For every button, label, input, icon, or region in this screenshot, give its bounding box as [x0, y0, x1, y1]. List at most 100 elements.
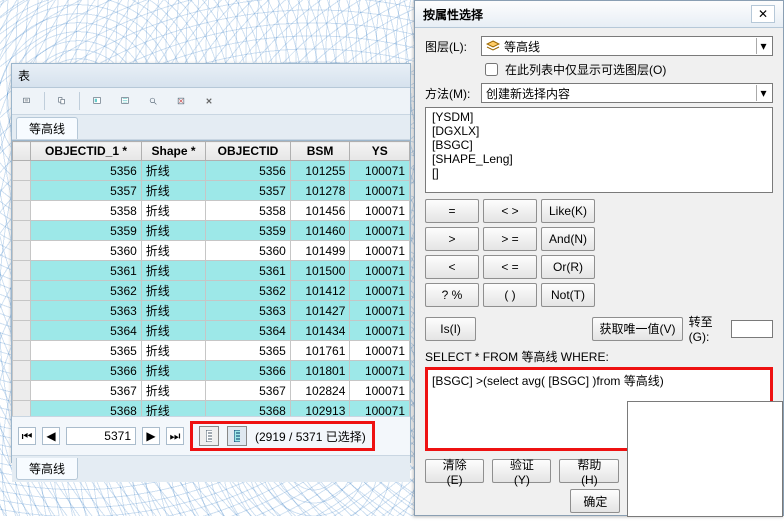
cell[interactable]: 5367	[31, 381, 142, 401]
op-and-button[interactable]: And(N)	[541, 227, 595, 251]
cell[interactable]: 5358	[206, 201, 291, 221]
record-position-input[interactable]	[66, 427, 136, 445]
table-row[interactable]: 5367折线5367102824100071	[13, 381, 410, 401]
cell[interactable]: 101427	[290, 301, 350, 321]
cell[interactable]: 5361	[31, 261, 142, 281]
cell[interactable]: 5365	[206, 341, 291, 361]
cell[interactable]: 折线	[141, 241, 205, 261]
row-selector[interactable]	[13, 241, 31, 261]
cell[interactable]: 101500	[290, 261, 350, 281]
cell[interactable]: 5362	[31, 281, 142, 301]
table-row[interactable]: 5363折线5363101427100071	[13, 301, 410, 321]
cell[interactable]: 101456	[290, 201, 350, 221]
cell[interactable]: 5363	[206, 301, 291, 321]
layer-tab[interactable]: 等高线	[16, 117, 78, 139]
cell[interactable]: 100071	[350, 261, 410, 281]
cell[interactable]: 5368	[31, 401, 142, 417]
field-item[interactable]: []	[430, 166, 768, 180]
grid-scroll[interactable]: OBJECTID_1 *Shape *OBJECTIDBSMYS 5356折线5…	[12, 140, 410, 416]
op-or-button[interactable]: Or(R)	[541, 255, 595, 279]
close-icon[interactable]: ✕	[751, 5, 775, 23]
table-row[interactable]: 5362折线5362101412100071	[13, 281, 410, 301]
cell[interactable]: 100071	[350, 381, 410, 401]
cell[interactable]: 5360	[31, 241, 142, 261]
cell[interactable]: 101460	[290, 221, 350, 241]
field-item[interactable]: [BSGC]	[430, 138, 768, 152]
cell[interactable]: 100071	[350, 361, 410, 381]
op-le-button[interactable]: < =	[483, 255, 537, 279]
cell[interactable]: 折线	[141, 381, 205, 401]
cell[interactable]: 101278	[290, 181, 350, 201]
column-header[interactable]: OBJECTID	[206, 142, 291, 161]
help-button[interactable]: 帮助(H)	[559, 459, 619, 483]
cell[interactable]: 5364	[31, 321, 142, 341]
cell[interactable]: 折线	[141, 361, 205, 381]
column-header[interactable]: BSM	[290, 142, 350, 161]
cell[interactable]: 100071	[350, 201, 410, 221]
column-header[interactable]: Shape *	[141, 142, 205, 161]
row-selector[interactable]	[13, 321, 31, 341]
cell[interactable]: 101801	[290, 361, 350, 381]
show-selected-records-button[interactable]	[227, 426, 247, 446]
cell[interactable]: 102824	[290, 381, 350, 401]
ok-button[interactable]: 确定	[570, 489, 620, 513]
cell[interactable]: 100071	[350, 241, 410, 261]
column-header[interactable]: YS	[350, 142, 410, 161]
zoom-to-selection-button[interactable]	[142, 91, 164, 111]
cell[interactable]: 5356	[206, 161, 291, 181]
table-row[interactable]: 5356折线5356101255100071	[13, 161, 410, 181]
cell[interactable]: 折线	[141, 201, 205, 221]
options-button[interactable]	[16, 91, 38, 111]
row-selector[interactable]	[13, 281, 31, 301]
cell[interactable]: 5364	[206, 321, 291, 341]
cell[interactable]: 101434	[290, 321, 350, 341]
cell[interactable]: 100071	[350, 161, 410, 181]
row-selector[interactable]	[13, 361, 31, 381]
nav-next-button[interactable]: ▶	[142, 427, 160, 445]
cell[interactable]: 5366	[206, 361, 291, 381]
nav-prev-button[interactable]: ◀	[42, 427, 60, 445]
op-ge-button[interactable]: > =	[483, 227, 537, 251]
get-unique-values-button[interactable]: 获取唯一值(V)	[592, 317, 682, 341]
cell[interactable]: 5362	[206, 281, 291, 301]
cell[interactable]: 101412	[290, 281, 350, 301]
cell[interactable]: 折线	[141, 161, 205, 181]
row-selector[interactable]	[13, 381, 31, 401]
table-row[interactable]: 5364折线5364101434100071	[13, 321, 410, 341]
cell[interactable]: 5366	[31, 361, 142, 381]
cell[interactable]: 5358	[31, 201, 142, 221]
table-row[interactable]: 5358折线5358101456100071	[13, 201, 410, 221]
op-is-button[interactable]: Is(I)	[425, 317, 476, 341]
delete-button[interactable]	[198, 91, 220, 111]
op-like-button[interactable]: Like(K)	[541, 199, 595, 223]
cell[interactable]: 5368	[206, 401, 291, 417]
show-all-records-button[interactable]	[199, 426, 219, 446]
field-item[interactable]: [DGXLX]	[430, 124, 768, 138]
op-lt-button[interactable]: <	[425, 255, 479, 279]
cell[interactable]: 100071	[350, 401, 410, 417]
column-header[interactable]: OBJECTID_1 *	[31, 142, 142, 161]
cell[interactable]: 102913	[290, 401, 350, 417]
row-selector[interactable]	[13, 181, 31, 201]
cell[interactable]: 100071	[350, 281, 410, 301]
cell[interactable]: 100071	[350, 221, 410, 241]
op-pct-button[interactable]: ? %	[425, 283, 479, 307]
nav-first-button[interactable]: ⏮	[18, 427, 36, 445]
table-row[interactable]: 5366折线5366101801100071	[13, 361, 410, 381]
cell[interactable]: 101499	[290, 241, 350, 261]
cell[interactable]: 5361	[206, 261, 291, 281]
row-selector[interactable]	[13, 341, 31, 361]
cell[interactable]: 100071	[350, 341, 410, 361]
related-button[interactable]	[51, 91, 73, 111]
field-item[interactable]: [SHAPE_Leng]	[430, 152, 768, 166]
cell[interactable]: 100071	[350, 181, 410, 201]
field-list[interactable]: [YSDM][DGXLX][BSGC][SHAPE_Leng][]	[425, 107, 773, 193]
op-ne-button[interactable]: < >	[483, 199, 537, 223]
cell[interactable]: 折线	[141, 341, 205, 361]
layer-select[interactable]: 等高线 ▾	[481, 36, 773, 56]
nav-last-button[interactable]: ⏭	[166, 427, 184, 445]
op-not-button[interactable]: Not(T)	[541, 283, 595, 307]
table-row[interactable]: 5359折线5359101460100071	[13, 221, 410, 241]
select-by-attributes-button[interactable]	[114, 91, 136, 111]
cell[interactable]: 5367	[206, 381, 291, 401]
